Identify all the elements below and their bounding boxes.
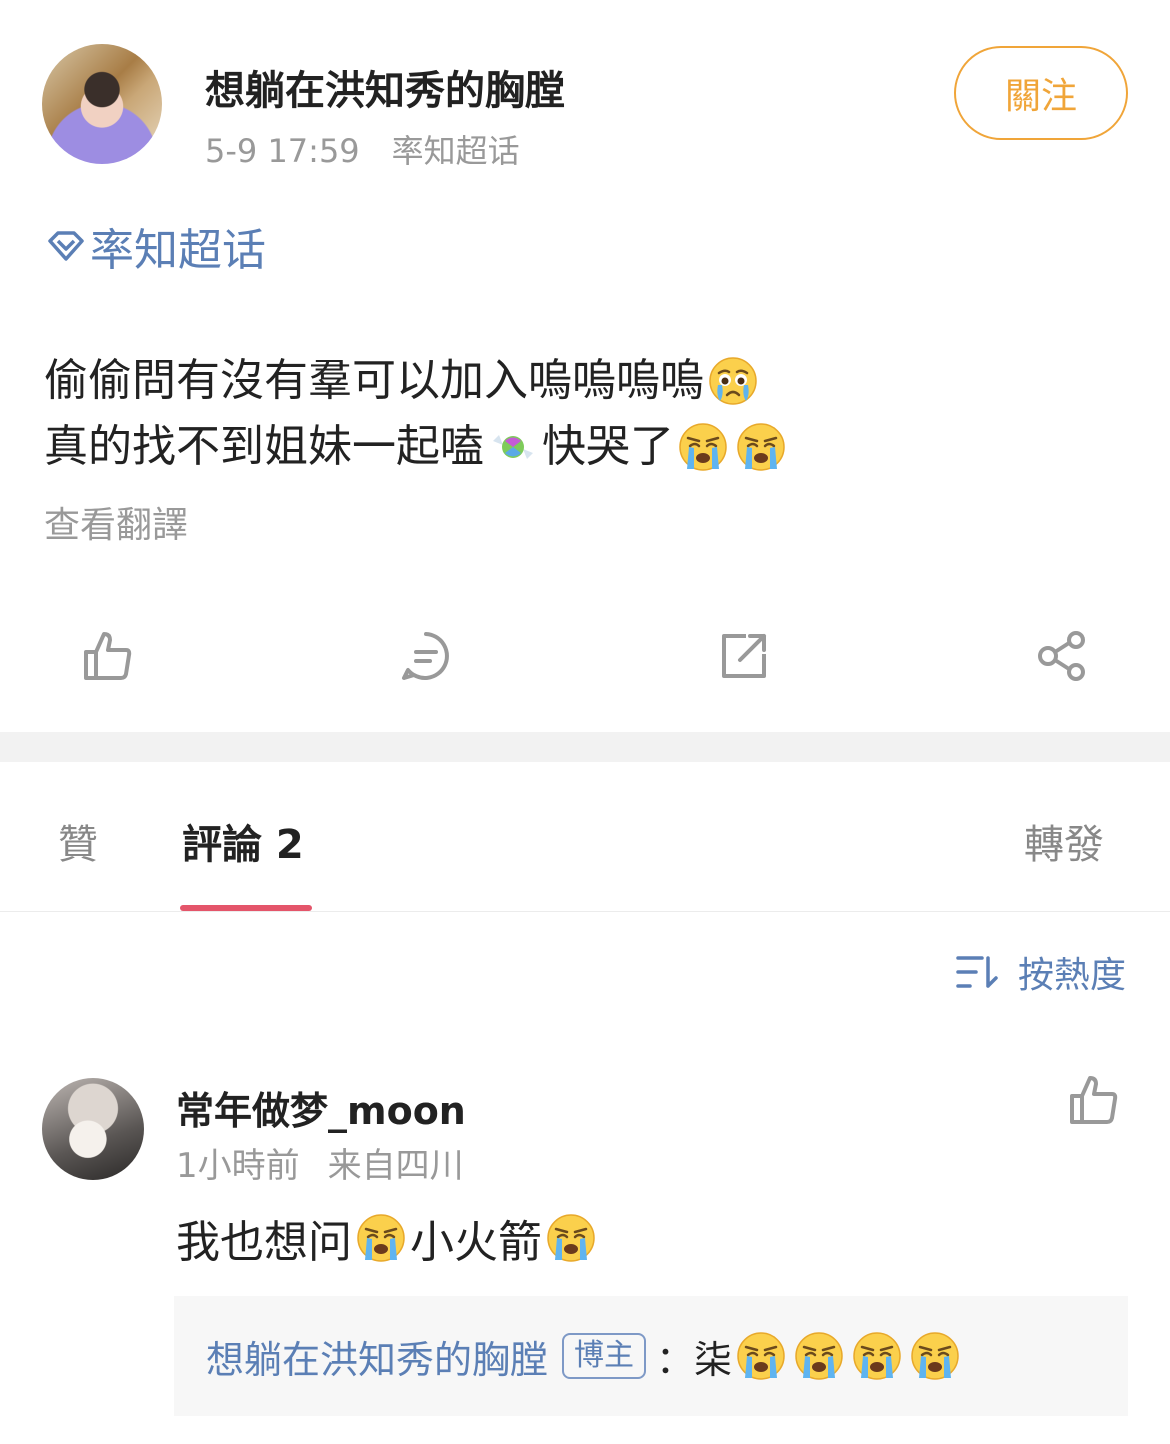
topic-label: 率知超话 <box>90 225 266 276</box>
post-meta: 5-9 17:59 率知超话 <box>205 126 520 172</box>
comment-item: 常年做梦_moon 1小時前 来自四川 我也想问 小火箭 想躺在洪知秀的胸膛 博… <box>0 1060 1170 1444</box>
active-tab-indicator <box>180 905 312 911</box>
like-icon <box>84 632 132 680</box>
post-card: 想躺在洪知秀的胸膛 5-9 17:59 率知超话 關注 率知超话 偷偷問有沒有羣可… <box>0 0 1170 732</box>
comment-text-part2: 小火箭 <box>410 1217 542 1268</box>
diamond-icon <box>48 231 84 261</box>
candy-icon <box>493 435 533 459</box>
comment-meta: 1小時前 来自四川 <box>176 1138 464 1187</box>
post-text-line2: 真的找不到姐妹一起嗑 <box>44 421 484 472</box>
comment-button[interactable] <box>390 620 462 692</box>
sort-button[interactable]: 按熱度 <box>956 946 1126 998</box>
translate-link[interactable]: 查看翻譯 <box>44 496 188 548</box>
repost-icon <box>722 634 766 678</box>
section-divider <box>0 732 1170 762</box>
sort-label: 按熱度 <box>1017 955 1126 996</box>
share-icon <box>1038 631 1085 681</box>
comment-time: 1小時前 <box>176 1146 300 1186</box>
tab-bar: 贊 評論 2 轉發 <box>0 762 1170 912</box>
reply-item: 想躺在洪知秀的胸膛 博主 ：柒 <box>206 1324 964 1388</box>
crying-face-icon <box>737 1332 785 1380</box>
comment-location: 来自四川 <box>327 1146 464 1186</box>
author-avatar[interactable] <box>42 44 162 164</box>
comment-like-icon[interactable] <box>1066 1072 1122 1128</box>
reply-text-body: ：柒 <box>656 1337 733 1382</box>
share-button[interactable] <box>1026 620 1098 692</box>
post-source[interactable]: 率知超话 <box>392 132 520 170</box>
tab-likes[interactable]: 贊 <box>58 812 98 870</box>
teary-face-icon <box>709 357 757 405</box>
sort-icon <box>956 956 998 988</box>
post-action-bar <box>0 620 1170 692</box>
post-text-line2-end: 快哭了 <box>542 421 674 472</box>
reply-text: ：柒 <box>656 1329 964 1384</box>
follow-button[interactable]: 關注 <box>954 46 1128 140</box>
comment-icon <box>402 632 449 680</box>
tab-comments[interactable]: 評論 2 <box>182 812 304 870</box>
commenter-avatar[interactable] <box>42 1078 144 1180</box>
crying-face-icon <box>795 1332 843 1380</box>
crying-face-icon <box>547 1214 595 1262</box>
crying-face-icon <box>357 1214 405 1262</box>
post-text-line1: 偷偷問有沒有羣可以加入嗚嗚嗚嗚 <box>44 355 704 406</box>
post-time: 5-9 17:59 <box>205 132 360 170</box>
repost-button[interactable] <box>708 620 780 692</box>
reply-box[interactable]: 想躺在洪知秀的胸膛 博主 ：柒 <box>174 1296 1128 1416</box>
comment-text-part1: 我也想问 <box>176 1217 352 1268</box>
author-name[interactable]: 想躺在洪知秀的胸膛 <box>205 58 565 116</box>
blogger-badge: 博主 <box>562 1333 647 1379</box>
crying-face-icon <box>853 1332 901 1380</box>
commenter-name[interactable]: 常年做梦_moon <box>176 1080 466 1135</box>
like-button[interactable] <box>72 620 144 692</box>
comment-text: 我也想问 小火箭 <box>176 1208 600 1268</box>
crying-face-icon <box>911 1332 959 1380</box>
crying-face-icon <box>679 423 727 471</box>
topic-tag[interactable]: 率知超话 <box>46 214 266 278</box>
post-content: 偷偷問有沒有羣可以加入嗚嗚嗚嗚 真的找不到姐妹一起嗑 快哭了 <box>44 348 790 480</box>
reply-author[interactable]: 想躺在洪知秀的胸膛 <box>206 1329 548 1384</box>
tab-reposts[interactable]: 轉發 <box>1024 812 1104 870</box>
crying-face-icon <box>737 423 785 471</box>
